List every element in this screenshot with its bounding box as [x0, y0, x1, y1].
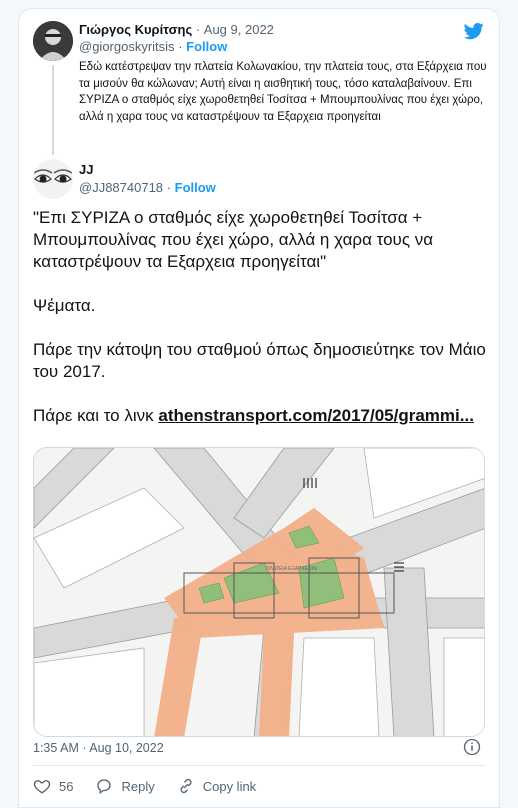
info-icon[interactable] — [463, 738, 481, 756]
tweet-timestamp[interactable]: 1:35 AM · Aug 10, 2022 — [33, 741, 164, 755]
map-label: ΠΛΑΤΕΙΑ ΕΞΑΡΧΕΙΩΝ — [266, 566, 317, 572]
reply-label: Reply — [121, 778, 155, 794]
tweet-paragraph-plan: Πάρε την κάτοψη του σταθμού όπως δημοσιε… — [33, 340, 486, 381]
copy-link-button[interactable]: Copy link — [177, 777, 256, 795]
like-button[interactable]: 56 — [33, 777, 73, 795]
tweet-paragraph-link: Πάρε και το λινκ athenstransport.com/201… — [33, 405, 489, 427]
tweet-header: JJ @JJ88740718 · Follow — [79, 161, 216, 197]
quoted-follow-button[interactable]: Follow — [186, 39, 227, 54]
reply-button[interactable]: Reply — [95, 777, 155, 795]
copy-link-label: Copy link — [202, 778, 257, 794]
author-avatar[interactable] — [33, 159, 73, 199]
station-plan-image[interactable]: ΠΛΑΤΕΙΑ ΕΞΑΡΧΕΙΩΝ — [33, 447, 485, 737]
author-name[interactable]: JJ — [79, 161, 216, 179]
article-link[interactable]: athenstransport.com/2017/05/grammi... — [158, 406, 474, 425]
quoted-author-name[interactable]: Γιώργος Κυρίτσης — [79, 22, 192, 37]
quoted-date[interactable]: · Aug 9, 2022 — [196, 22, 274, 37]
thread-line — [52, 65, 54, 155]
reply-icon — [97, 779, 112, 795]
quoted-header: Γιώργος Κυρίτσης · Aug 9, 2022 @giorgosk… — [79, 21, 274, 55]
link-icon — [180, 778, 192, 794]
quoted-separator: · — [178, 39, 183, 54]
tweet-paragraph-quote: "Επι ΣΥΡΙΖΑ ο σταθμός είχε χωροθετηθεί Τ… — [33, 208, 434, 271]
quoted-handle[interactable]: @giorgoskyritsis — [79, 39, 175, 54]
action-bar: 56 Reply Copy link — [33, 777, 256, 795]
like-count: 56 — [59, 778, 74, 794]
link-prefix: Πάρε και το λινκ — [33, 406, 159, 425]
twitter-bird-icon[interactable] — [463, 21, 485, 41]
follow-button[interactable]: Follow — [175, 180, 216, 195]
tweet-body: "Επι ΣΥΡΙΖΑ ο σταθμός είχε χωροθετηθεί Τ… — [33, 207, 489, 449]
divider — [33, 765, 485, 766]
quoted-tweet-text: Εδώ κατέστρεψαν την πλατεία Κολωνακίου, … — [79, 61, 487, 123]
heart-icon — [33, 780, 51, 794]
author-handle[interactable]: @JJ88740718 — [79, 180, 163, 195]
quoted-avatar[interactable] — [33, 21, 73, 61]
handle-separator: · — [166, 180, 172, 195]
tweet-paragraph-lies: Ψέματα. — [33, 296, 96, 315]
tweet-card: Γιώργος Κυρίτσης · Aug 9, 2022 @giorgosk… — [18, 8, 500, 808]
